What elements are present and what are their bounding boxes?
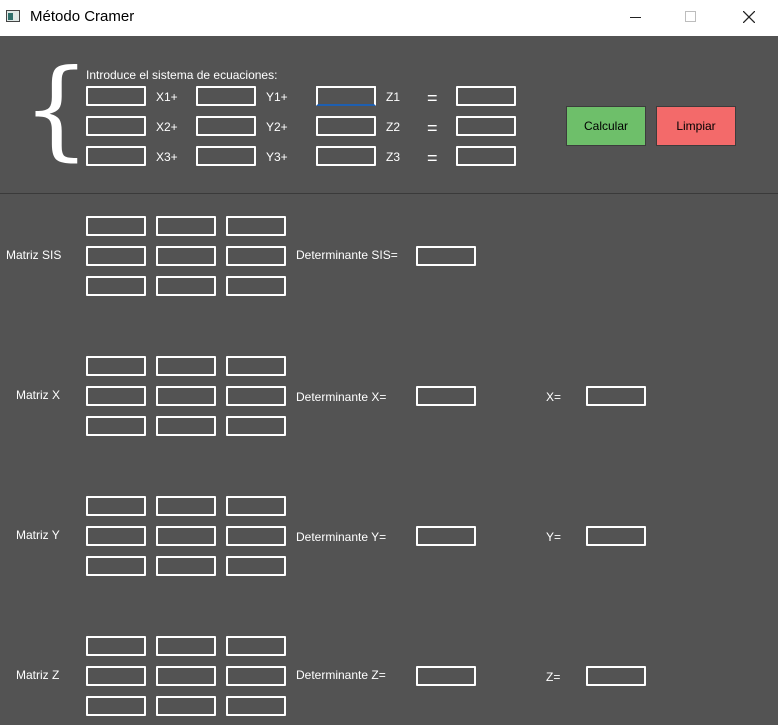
matriz-z-cell[interactable] [86,696,146,716]
matriz-z-cell[interactable] [226,696,286,716]
matriz-sis-cell[interactable] [226,216,286,236]
matriz-z-cell[interactable] [86,666,146,686]
matriz-sis-label: Matriz SIS [6,248,62,262]
y1-label: Y1+ [266,90,288,104]
z1-label: Z1 [386,90,401,104]
determinante-sis-label: Determinante SIS= [296,248,398,262]
determinante-z-output[interactable] [416,666,476,686]
matriz-y-cell[interactable] [226,556,286,576]
limpiar-button[interactable]: Limpiar [656,106,736,146]
close-button[interactable] [726,0,772,36]
matriz-z-label: Matriz Z [16,668,60,682]
determinante-y-output[interactable] [416,526,476,546]
matriz-x-cell[interactable] [156,356,216,376]
matriz-z-cell[interactable] [226,666,286,686]
matriz-z-cell[interactable] [156,666,216,686]
y-result-label: Y= [546,530,562,544]
z-result-output[interactable] [586,666,646,686]
determinante-sis-output[interactable] [416,246,476,266]
determinante-x-output[interactable] [416,386,476,406]
calcular-button[interactable]: Calcular [566,106,646,146]
equals-sign-1: = [427,88,438,108]
x1-label: X1+ [156,90,178,104]
x3-label: X3+ [156,150,178,164]
y3-label: Y3+ [266,150,288,164]
matriz-y-cell[interactable] [226,496,286,516]
z-result-label: Z= [546,670,561,684]
matriz-x-label: Matriz X [16,388,61,402]
close-icon [743,11,755,23]
title-bar: Método Cramer [0,0,778,36]
matriz-y-cell[interactable] [86,526,146,546]
minimize-button[interactable] [614,0,660,36]
matriz-y-cell[interactable] [226,526,286,546]
matriz-z-cell[interactable] [156,696,216,716]
y-result-output[interactable] [586,526,646,546]
matriz-sis-cell[interactable] [226,246,286,266]
coef-y1-input[interactable] [196,86,256,106]
matriz-x-cell[interactable] [226,386,286,406]
matriz-x-cell[interactable] [86,386,146,406]
matriz-sis-cell[interactable] [86,276,146,296]
x-result-output[interactable] [586,386,646,406]
matriz-y-cell[interactable] [86,556,146,576]
matriz-x-cell[interactable] [86,356,146,376]
z3-label: Z3 [386,150,401,164]
matriz-x-cell[interactable] [156,416,216,436]
matriz-x-cell[interactable] [226,416,286,436]
maximize-button[interactable] [668,0,714,36]
coef-x1-input[interactable] [86,86,146,106]
matriz-y-cell[interactable] [156,496,216,516]
matriz-x-cell[interactable] [156,386,216,406]
const-3-input[interactable] [456,146,516,166]
coef-y3-input[interactable] [196,146,256,166]
const-1-input[interactable] [456,86,516,106]
matriz-y-cell[interactable] [86,496,146,516]
coef-x2-input[interactable] [86,116,146,136]
matriz-z-cell[interactable] [86,636,146,656]
coef-x3-input[interactable] [86,146,146,166]
matriz-sis-cell[interactable] [86,216,146,236]
y2-label: Y2+ [266,120,288,134]
matriz-y-cell[interactable] [156,556,216,576]
brace-symbol: { [22,47,91,172]
window-title: Método Cramer [30,8,135,25]
coef-z3-input[interactable] [316,146,376,166]
matriz-sis-cell[interactable] [156,246,216,266]
determinante-y-label: Determinante Y= [296,530,387,544]
z2-label: Z2 [386,120,401,134]
matriz-z-cell[interactable] [226,636,286,656]
determinante-z-label: Determinante Z= [296,668,386,682]
coef-z2-input[interactable] [316,116,376,136]
system-prompt: Introduce el sistema de ecuaciones: [86,68,278,82]
section-divider [0,193,778,194]
matriz-x-cell[interactable] [86,416,146,436]
matriz-x-cell[interactable] [226,356,286,376]
x-result-label: X= [546,390,562,404]
coef-z1-input[interactable] [316,86,376,106]
app-icon [6,10,20,22]
matriz-z-cell[interactable] [156,636,216,656]
matriz-sis-cell[interactable] [86,246,146,266]
matriz-sis-cell[interactable] [156,216,216,236]
coef-y2-input[interactable] [196,116,256,136]
x2-label: X2+ [156,120,178,134]
equals-sign-3: = [427,148,438,168]
equals-sign-2: = [427,118,438,138]
determinante-x-label: Determinante X= [296,390,387,404]
const-2-input[interactable] [456,116,516,136]
matriz-y-label: Matriz Y [16,528,60,542]
matriz-sis-cell[interactable] [156,276,216,296]
matriz-sis-cell[interactable] [226,276,286,296]
matriz-y-cell[interactable] [156,526,216,546]
